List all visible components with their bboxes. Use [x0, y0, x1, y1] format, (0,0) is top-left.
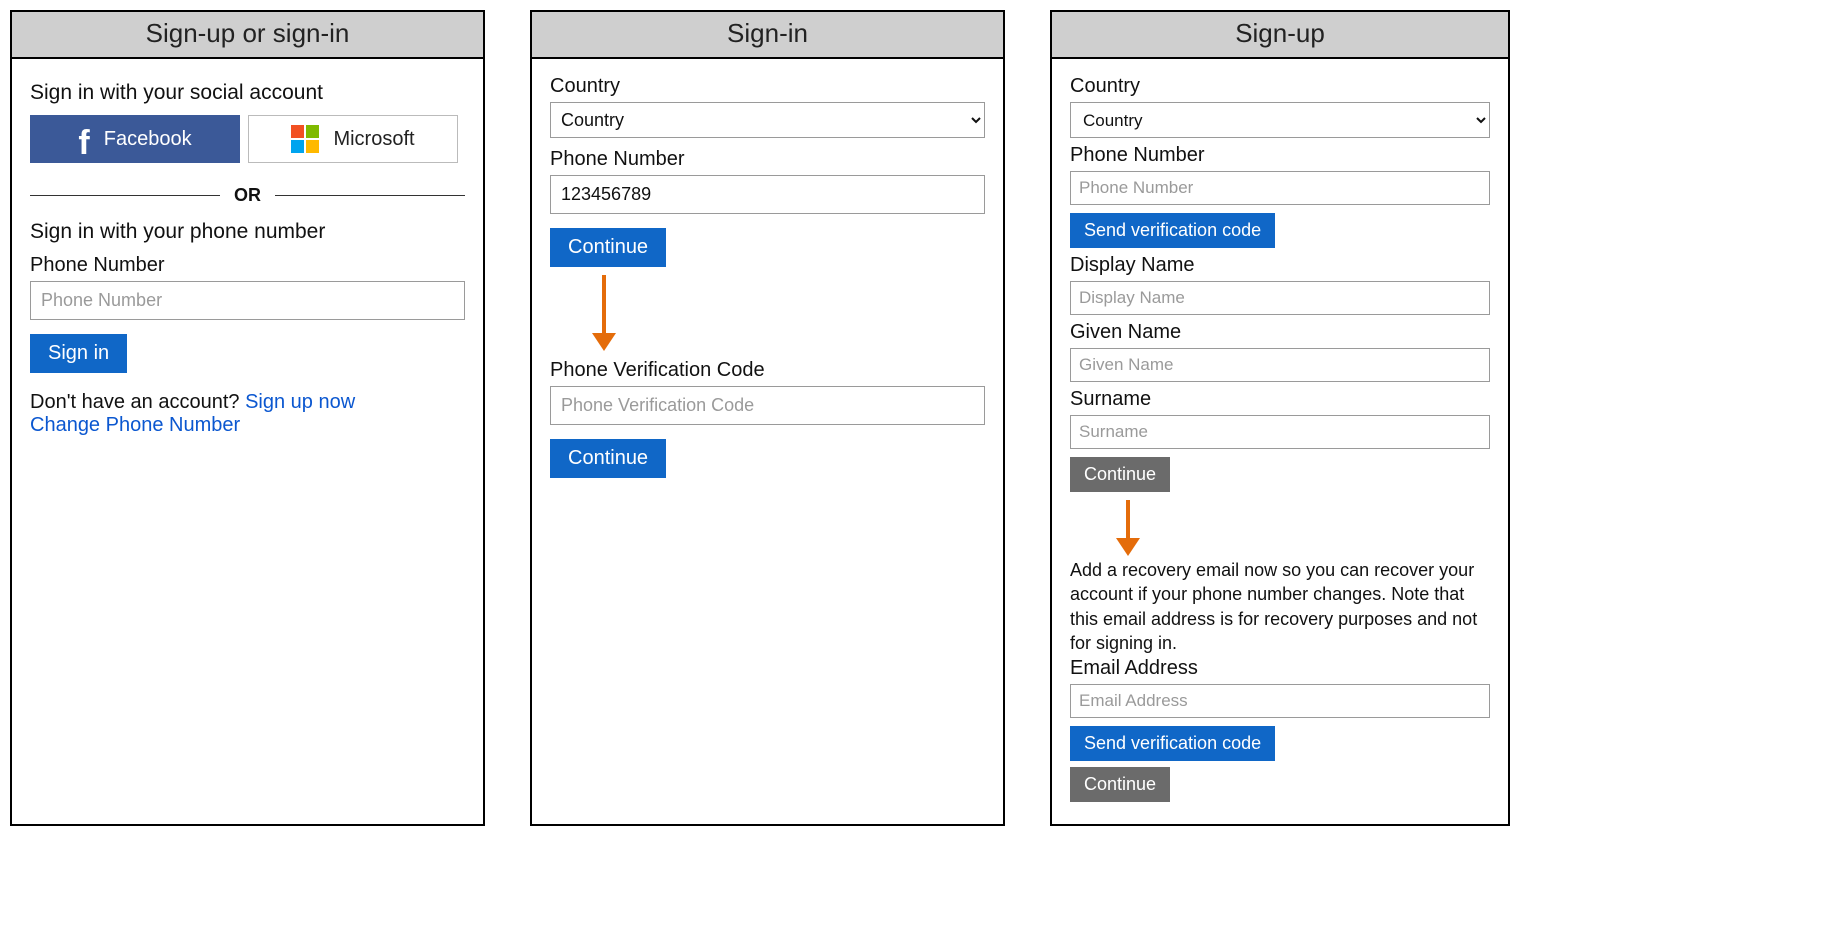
- email-address-label: Email Address: [1070, 657, 1490, 680]
- change-phone-link[interactable]: Change Phone Number: [30, 414, 240, 436]
- country-label: Country: [1070, 75, 1490, 98]
- display-name-input[interactable]: [1070, 281, 1490, 315]
- phone-number-label: Phone Number: [1070, 144, 1490, 167]
- continue-button-step1[interactable]: Continue: [1070, 457, 1170, 492]
- microsoft-signin-button[interactable]: Microsoft: [248, 115, 458, 163]
- phone-number-input[interactable]: [550, 175, 985, 214]
- continue-button-step2[interactable]: Continue: [550, 439, 666, 478]
- email-address-input[interactable]: [1070, 684, 1490, 718]
- send-verification-code-button-2[interactable]: Send verification code: [1070, 726, 1275, 761]
- verification-code-label: Phone Verification Code: [550, 359, 985, 382]
- microsoft-label: Microsoft: [333, 128, 414, 151]
- country-select[interactable]: Country: [550, 102, 985, 138]
- microsoft-icon: [291, 125, 319, 153]
- facebook-icon: f: [78, 126, 89, 160]
- continue-button-step2[interactable]: Continue: [1070, 767, 1170, 802]
- country-label: Country: [550, 75, 985, 98]
- panel-signin: Sign-in Country Country Phone Number Con…: [530, 10, 1005, 826]
- verification-code-input[interactable]: [550, 386, 985, 425]
- display-name-label: Display Name: [1070, 254, 1490, 277]
- phone-number-label: Phone Number: [30, 254, 465, 277]
- no-account-text: Don't have an account?: [30, 391, 245, 413]
- continue-button-step1[interactable]: Continue: [550, 228, 666, 267]
- or-divider: OR: [30, 185, 465, 206]
- panel-title: Sign-in: [532, 12, 1003, 59]
- surname-input[interactable]: [1070, 415, 1490, 449]
- phone-number-input[interactable]: [30, 281, 465, 320]
- no-account-line: Don't have an account? Sign up now: [30, 391, 465, 414]
- phone-signin-heading: Sign in with your phone number: [30, 220, 465, 244]
- panel-signup-or-signin: Sign-up or sign-in Sign in with your soc…: [10, 10, 485, 826]
- phone-number-label: Phone Number: [550, 148, 985, 171]
- panel-signup: Sign-up Country Country Phone Number Sen…: [1050, 10, 1510, 826]
- surname-label: Surname: [1070, 388, 1490, 411]
- signin-button[interactable]: Sign in: [30, 334, 127, 373]
- panel-title: Sign-up: [1052, 12, 1508, 59]
- phone-number-input[interactable]: [1070, 171, 1490, 205]
- flow-arrow-icon: [1126, 500, 1130, 540]
- given-name-input[interactable]: [1070, 348, 1490, 382]
- facebook-label: Facebook: [104, 128, 192, 151]
- recovery-email-text: Add a recovery email now so you can reco…: [1070, 558, 1490, 655]
- facebook-signin-button[interactable]: f Facebook: [30, 115, 240, 163]
- send-verification-code-button[interactable]: Send verification code: [1070, 213, 1275, 248]
- country-select[interactable]: Country: [1070, 102, 1490, 138]
- social-signin-heading: Sign in with your social account: [30, 81, 465, 105]
- panel-title: Sign-up or sign-in: [12, 12, 483, 59]
- given-name-label: Given Name: [1070, 321, 1490, 344]
- flow-arrow-icon: [602, 275, 606, 335]
- signup-now-link[interactable]: Sign up now: [245, 391, 355, 413]
